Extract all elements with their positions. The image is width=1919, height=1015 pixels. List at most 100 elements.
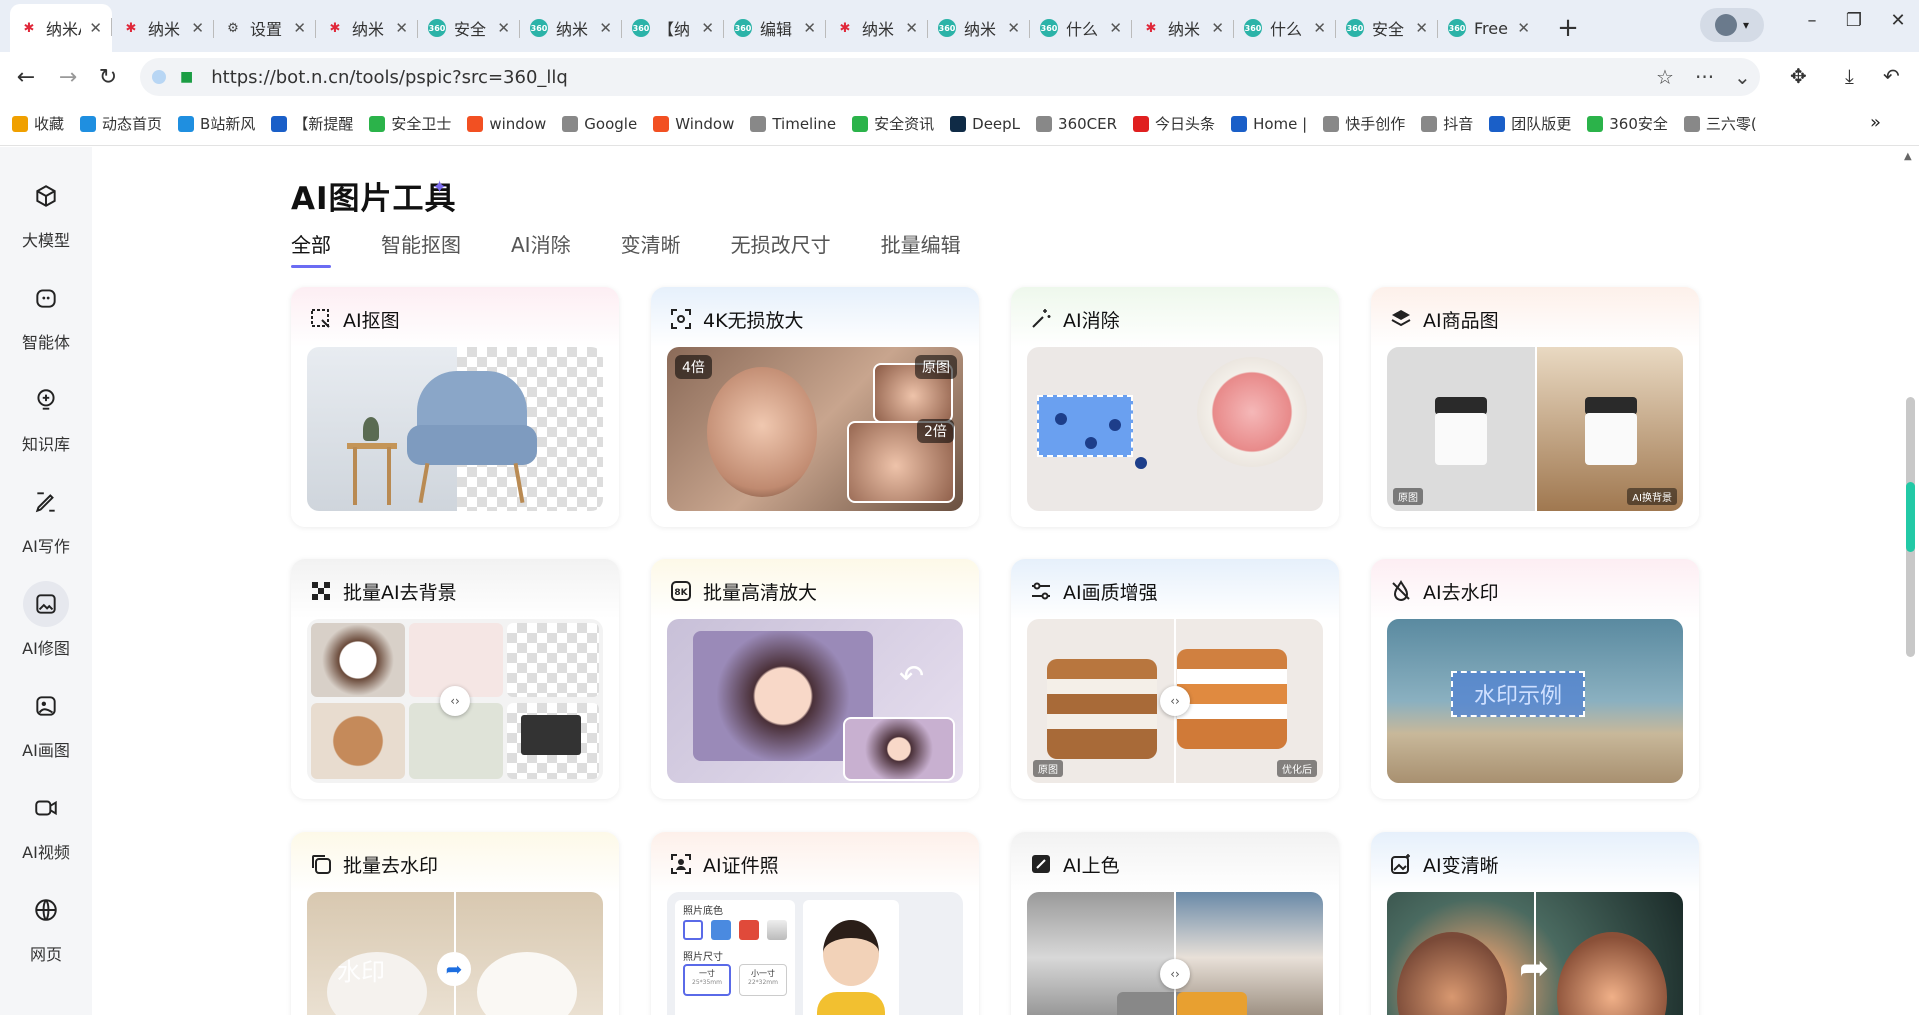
url-field[interactable]: ■ https://bot.n.cn/tools/pspic?src=360_l… [140,58,1760,96]
card-ai-colorize[interactable]: AI上色 ‹› [1011,832,1339,1015]
sidebar-item[interactable]: 网页 [0,887,92,965]
category-tab[interactable]: 批量编辑 [881,229,961,268]
bookmark-item[interactable]: 三六零( [1683,113,1757,134]
card-quality-enhance[interactable]: AI画质增强 ‹› 原图 优化后 [1011,559,1339,799]
sidebar-item[interactable]: AI修图 [0,581,92,659]
bookmark-item[interactable]: 【新提醒 [271,113,353,134]
compare-handle[interactable]: ‹› [1160,686,1190,716]
browser-tab[interactable]: 360 什么 ✕ [1030,6,1132,50]
bookmark-item[interactable]: 抖音 [1421,113,1473,134]
close-tab-icon[interactable]: ✕ [803,19,816,37]
restore-icon[interactable]: ❐ [1834,10,1874,31]
color-swatch-blue[interactable] [711,920,731,940]
card-ai-product[interactable]: AI商品图 原图 AI换背景 [1371,287,1699,527]
close-tab-icon[interactable]: ✕ [1517,19,1530,37]
bookmark-item[interactable]: window [467,115,546,133]
bookmark-item[interactable]: 安全资讯 [852,113,934,134]
back-icon[interactable]: ← [6,65,46,90]
close-tab-icon[interactable]: ✕ [395,19,408,37]
sidebar-item[interactable]: 大模型 [0,173,92,251]
scroll-up-icon[interactable]: ▲ [1904,151,1912,162]
card-batch-bg-removal[interactable]: 批量AI去背景 ‹› [291,559,619,799]
bookmark-item[interactable]: 收藏 [12,113,64,134]
undo-icon[interactable]: ↶ [1883,64,1900,88]
card-id-photo[interactable]: AI证件照 照片底色 照片尺寸 一寸 25*35mm 小一寸 22*32mm [651,832,979,1015]
category-tab[interactable]: AI消除 [511,229,571,268]
bookmark-item[interactable]: DeepL [950,115,1020,133]
close-tab-icon[interactable]: ✕ [905,19,918,37]
browser-tab[interactable]: ✱ 纳米 ✕ [1132,6,1234,50]
close-tab-icon[interactable]: ✕ [1007,19,1020,37]
bookmark-item[interactable]: Window [653,115,734,133]
site-info-icon[interactable] [152,70,166,84]
compare-handle[interactable]: ‹› [1160,959,1190,989]
color-swatch-gray[interactable] [767,920,787,940]
close-tab-icon[interactable]: ✕ [1109,19,1122,37]
sidebar-item[interactable]: AI写作 [0,479,92,557]
download-icon[interactable]: ⤓ [1845,64,1854,88]
bookmark-item[interactable]: 今日头条 [1133,113,1215,134]
size-option-1inch[interactable]: 一寸 25*35mm [683,964,731,996]
close-tab-icon[interactable]: ✕ [599,19,612,37]
browser-tab[interactable]: ✱ 纳米 ✕ [112,6,214,50]
bookmark-item[interactable]: B站新风 [178,113,255,134]
bookmark-item[interactable]: Home | [1231,115,1307,133]
profile-button[interactable]: ▾ [1700,8,1764,42]
card-ai-cutout[interactable]: AI抠图 [291,287,619,527]
new-tab-button[interactable]: + [1546,6,1590,50]
browser-tab[interactable]: 360 Free ✕ [1438,6,1540,50]
sidebar-item[interactable]: 智能体 [0,275,92,353]
browser-tab[interactable]: ✱ 纳米 ✕ [316,6,418,50]
browser-tab[interactable]: 360 纳米 ✕ [520,6,622,50]
browser-tab[interactable]: ✱ 纳米 ✕ [826,6,928,50]
browser-tab[interactable]: 360 【纳 ✕ [622,6,724,50]
close-icon[interactable]: ✕ [1878,10,1918,31]
card-watermark-removal[interactable]: AI去水印 水印示例 [1371,559,1699,799]
browser-tab[interactable]: 360 什么 ✕ [1234,6,1336,50]
color-swatch-red[interactable] [739,920,759,940]
compare-handle[interactable]: ‹› [440,686,470,716]
bookmark-item[interactable]: 团队版更 [1489,113,1571,134]
category-tab[interactable]: 无损改尺寸 [731,229,831,268]
color-swatch-white[interactable] [683,920,703,940]
forward-icon[interactable]: → [48,65,88,90]
bookmarks-more-button[interactable]: » [1870,112,1881,133]
extensions-icon[interactable]: ✥ [1790,64,1807,88]
close-tab-icon[interactable]: ✕ [1211,19,1224,37]
sidebar-item[interactable]: AI视频 [0,785,92,863]
close-tab-icon[interactable]: ✕ [497,19,510,37]
bookmark-item[interactable]: 360安全 [1587,113,1668,134]
browser-tab[interactable]: 360 纳米 ✕ [928,6,1030,50]
size-option-small-1inch[interactable]: 小一寸 22*32mm [739,964,787,996]
reload-icon[interactable]: ↻ [88,65,128,90]
card-ai-erase[interactable]: AI消除 [1011,287,1339,527]
card-batch-watermark[interactable]: 批量去水印 水印 ➦ [291,832,619,1015]
sidebar-item[interactable]: AI画图 [0,683,92,761]
star-icon[interactable]: ☆ [1656,65,1674,89]
close-tab-icon[interactable]: ✕ [1313,19,1326,37]
browser-tab[interactable]: 360 安全 ✕ [418,6,520,50]
category-tab[interactable]: 智能抠图 [381,229,461,268]
browser-tab[interactable]: 360 编辑 ✕ [724,6,826,50]
category-tab[interactable]: 变清晰 [621,229,681,268]
close-tab-icon[interactable]: ✕ [89,19,102,37]
bookmark-item[interactable]: 安全卫士 [369,113,451,134]
bookmark-item[interactable]: 动态首页 [80,113,162,134]
chevron-down-icon[interactable]: ⌄ [1734,65,1751,89]
browser-tab[interactable]: ⚙ 设置 ✕ [214,6,316,50]
sidebar-item[interactable]: 知识库 [0,377,92,455]
bookmark-item[interactable]: Timeline [750,115,836,133]
bookmark-item[interactable]: 快手创作 [1323,113,1405,134]
more-dots-icon[interactable]: ··· [1695,65,1714,89]
close-tab-icon[interactable]: ✕ [293,19,306,37]
browser-tab[interactable]: ✱ 纳米A ✕ [10,4,112,52]
bookmark-item[interactable]: 360CER [1036,115,1117,133]
card-4k-upscale[interactable]: 4K无损放大 4倍 原图 2倍 [651,287,979,527]
card-ai-sharpen[interactable]: AI变清晰 ➦ [1371,832,1699,1015]
minimize-icon[interactable]: – [1792,10,1832,31]
card-batch-upscale[interactable]: 8K 批量高清放大 ↶ [651,559,979,799]
browser-tab[interactable]: 360 安全 ✕ [1336,6,1438,50]
category-tab[interactable]: 全部 [291,229,331,268]
close-tab-icon[interactable]: ✕ [1415,19,1428,37]
bookmark-item[interactable]: Google [562,115,637,133]
